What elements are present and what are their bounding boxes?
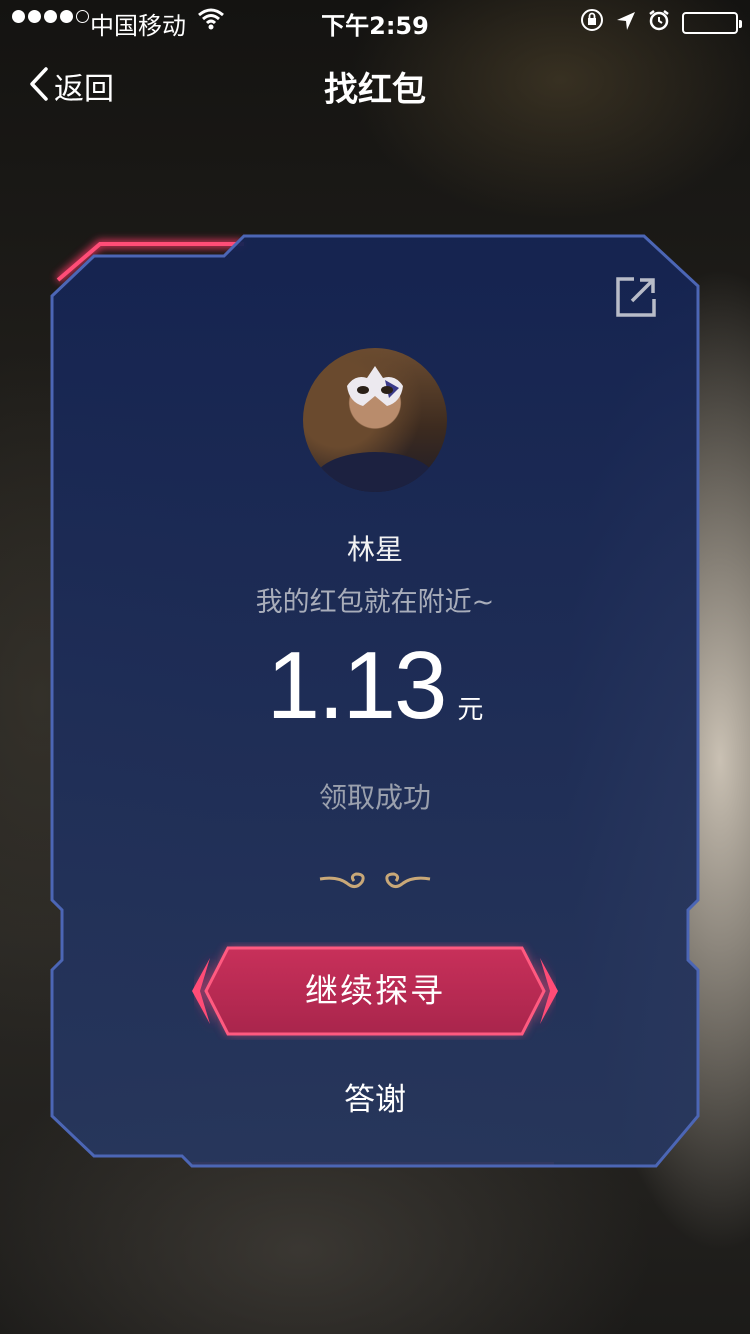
amount-row: 1.13 元 bbox=[44, 638, 706, 734]
avatar bbox=[303, 348, 447, 492]
thanks-button[interactable]: 答谢 bbox=[44, 1074, 706, 1119]
amount-unit: 元 bbox=[457, 695, 484, 725]
mask-image bbox=[347, 366, 403, 406]
alarm-icon bbox=[648, 9, 670, 37]
continue-explore-button[interactable]: 继续探寻 bbox=[188, 942, 562, 1040]
battery-icon bbox=[682, 12, 742, 34]
location-arrow-icon bbox=[616, 9, 636, 37]
user-name: 林星 bbox=[346, 533, 403, 566]
claim-status: 领取成功 bbox=[318, 781, 431, 814]
nav-bar: 返回 找红包 bbox=[0, 40, 750, 128]
orientation-lock-icon bbox=[580, 8, 604, 38]
continue-explore-label: 继续探寻 bbox=[305, 971, 445, 1010]
ornament-divider bbox=[98, 872, 652, 889]
page-title: 找红包 bbox=[324, 70, 426, 110]
share-out-icon[interactable] bbox=[614, 275, 658, 323]
red-packet-card: 林星 我的红包就在附近~ 1.13 元 领取成功 继续探寻 答谢 bbox=[44, 230, 706, 1176]
amount-value: 1.13 bbox=[266, 632, 448, 739]
status-bar: 中国移动 下午2:59 bbox=[0, 0, 750, 40]
greeting-text: 我的红包就在附近~ bbox=[255, 587, 495, 618]
